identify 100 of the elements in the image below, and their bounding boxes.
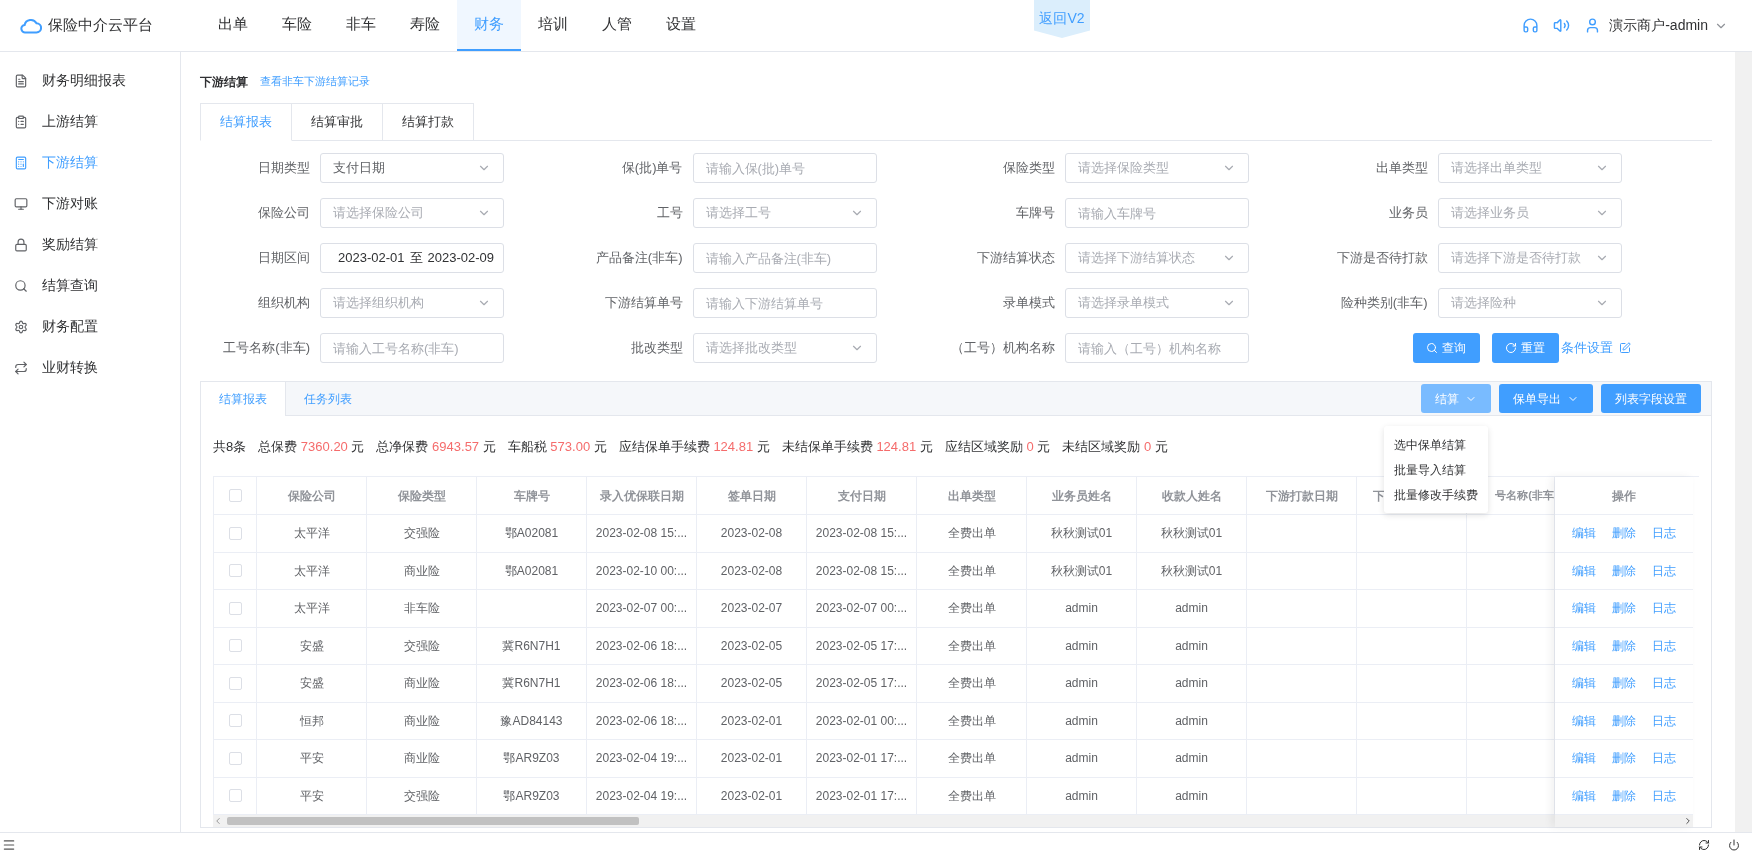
select-field[interactable]: 请选择险种: [1437, 288, 1622, 318]
action-link[interactable]: 编辑: [1572, 786, 1596, 805]
nav-tab[interactable]: 设置: [649, 0, 713, 51]
toolbar-button[interactable]: 结算: [1421, 384, 1491, 413]
checkbox[interactable]: [228, 564, 242, 578]
date-range-field[interactable]: 2023-02-01 至 2023-02-09: [320, 243, 504, 273]
reset-button[interactable]: 重置: [1491, 333, 1559, 363]
select-field[interactable]: 请选择组织机构: [320, 288, 504, 318]
input-field[interactable]: 请输入下游结算单号: [692, 288, 877, 318]
sidebar-item[interactable]: 下游结算: [0, 142, 180, 183]
panel-tab[interactable]: 任务列表: [286, 382, 370, 416]
input-field[interactable]: 请输入车牌号: [1065, 198, 1249, 228]
tab[interactable]: 结算审批: [292, 103, 383, 141]
panel-tab[interactable]: 结算报表: [201, 382, 286, 416]
headset-icon[interactable]: [1522, 17, 1540, 34]
action-link[interactable]: 编辑: [1572, 524, 1596, 543]
select-field[interactable]: 请选择保险公司: [320, 198, 504, 228]
action-link[interactable]: 日志: [1652, 749, 1676, 768]
sidebar-item[interactable]: 上游结算: [0, 101, 180, 142]
checkbox[interactable]: [228, 639, 242, 653]
action-link[interactable]: 删除: [1612, 561, 1636, 580]
action-link[interactable]: 删除: [1612, 674, 1636, 693]
checkbox[interactable]: [228, 714, 242, 728]
nav-tab[interactable]: 财务: [457, 0, 521, 51]
table-cell-text: admin: [1065, 787, 1098, 805]
filter-label: 险种类别(非车): [1339, 294, 1429, 313]
input-field[interactable]: 请输入工号名称(非车): [320, 333, 504, 363]
checkbox[interactable]: [228, 601, 242, 615]
select-field[interactable]: 请选择批改类型: [692, 333, 877, 363]
sidebar-item[interactable]: 下游对账: [0, 183, 180, 224]
vertical-scrollbar[interactable]: [1735, 52, 1752, 832]
back-badge[interactable]: 返回V2: [1034, 0, 1090, 38]
action-link[interactable]: 编辑: [1572, 711, 1596, 730]
input-field[interactable]: 请输入产品备注(非车): [692, 243, 877, 273]
sidebar-item[interactable]: 业财转换: [0, 347, 180, 388]
checkbox[interactable]: [228, 789, 242, 803]
input-field[interactable]: 请输入保(批)单号: [692, 153, 877, 183]
action-link[interactable]: 日志: [1652, 636, 1676, 655]
nav-tab[interactable]: 出单: [201, 0, 265, 51]
menu-item[interactable]: 选中保单结算: [1384, 432, 1488, 457]
scroll-right-icon[interactable]: [1683, 816, 1693, 826]
select-field[interactable]: 请选择下游是否待打款: [1437, 243, 1622, 273]
menu-item[interactable]: 批量导入结算: [1384, 457, 1488, 482]
power-icon[interactable]: [1728, 838, 1740, 851]
action-link[interactable]: 删除: [1612, 636, 1636, 655]
app-title: 保险中介云平台: [48, 15, 153, 36]
condition-settings-link[interactable]: 条件设置: [1560, 338, 1631, 358]
speaker-icon[interactable]: [1553, 17, 1571, 34]
scroll-left-icon[interactable]: [213, 816, 223, 826]
select-field[interactable]: 请选择出单类型: [1437, 153, 1622, 183]
action-link[interactable]: 编辑: [1572, 599, 1596, 618]
sidebar-item[interactable]: 财务配置: [0, 306, 180, 347]
action-link[interactable]: 删除: [1612, 786, 1636, 805]
action-link[interactable]: 编辑: [1572, 749, 1596, 768]
action-link[interactable]: 日志: [1652, 561, 1676, 580]
sidebar-item[interactable]: 结算查询: [0, 265, 180, 306]
table-cell-text: 商业险: [403, 562, 440, 580]
checkbox[interactable]: [228, 526, 242, 540]
summary-stat: 应结区域奖励 0 元: [944, 438, 1051, 457]
action-link[interactable]: 日志: [1652, 674, 1676, 693]
input-field[interactable]: 请输入（工号）机构名称: [1065, 333, 1249, 363]
action-link[interactable]: 日志: [1652, 524, 1676, 543]
select-field[interactable]: 请选择工号: [692, 198, 877, 228]
nav-tab[interactable]: 人管: [585, 0, 649, 51]
action-link[interactable]: 删除: [1612, 524, 1636, 543]
tab[interactable]: 结算打款: [383, 103, 474, 141]
refresh-icon[interactable]: [1698, 838, 1710, 851]
action-link[interactable]: 编辑: [1572, 674, 1596, 693]
action-link[interactable]: 日志: [1652, 711, 1676, 730]
toolbar-button[interactable]: 列表字段设置: [1601, 384, 1701, 413]
tab[interactable]: 结算报表: [200, 103, 292, 141]
table-cell-text: 商业险: [403, 712, 440, 730]
records-link[interactable]: 查看非车下游结算记录: [260, 73, 370, 90]
action-link[interactable]: 删除: [1612, 599, 1636, 618]
nav-tab[interactable]: 车险: [265, 0, 329, 51]
action-link[interactable]: 日志: [1652, 786, 1676, 805]
checkbox[interactable]: [228, 489, 242, 502]
select-field[interactable]: 请选择录单模式: [1065, 288, 1249, 318]
select-field[interactable]: 请选择保险类型: [1065, 153, 1249, 183]
nav-tab[interactable]: 寿险: [393, 0, 457, 51]
select-field[interactable]: 支付日期: [320, 153, 504, 183]
action-link[interactable]: 编辑: [1572, 636, 1596, 655]
checkbox[interactable]: [228, 676, 242, 690]
select-field[interactable]: 请选择业务员: [1437, 198, 1622, 228]
toolbar-button[interactable]: 保单导出: [1499, 384, 1593, 413]
menu-icon[interactable]: [2, 837, 16, 852]
horizontal-scrollbar[interactable]: [213, 815, 1555, 827]
select-field[interactable]: 请选择下游结算状态: [1065, 243, 1249, 273]
action-link[interactable]: 删除: [1612, 711, 1636, 730]
nav-tab[interactable]: 非车: [329, 0, 393, 51]
action-link[interactable]: 日志: [1652, 599, 1676, 618]
sidebar-item[interactable]: 奖励结算: [0, 224, 180, 265]
search-button[interactable]: 查询: [1412, 333, 1480, 363]
checkbox[interactable]: [228, 751, 242, 765]
action-link[interactable]: 编辑: [1572, 561, 1596, 580]
nav-tab[interactable]: 培训: [521, 0, 585, 51]
user-name[interactable]: 演示商户-admin: [1609, 15, 1708, 36]
menu-item[interactable]: 批量修改手续费: [1384, 482, 1488, 507]
action-link[interactable]: 删除: [1612, 749, 1636, 768]
sidebar-item[interactable]: 财务明细报表: [0, 60, 180, 101]
